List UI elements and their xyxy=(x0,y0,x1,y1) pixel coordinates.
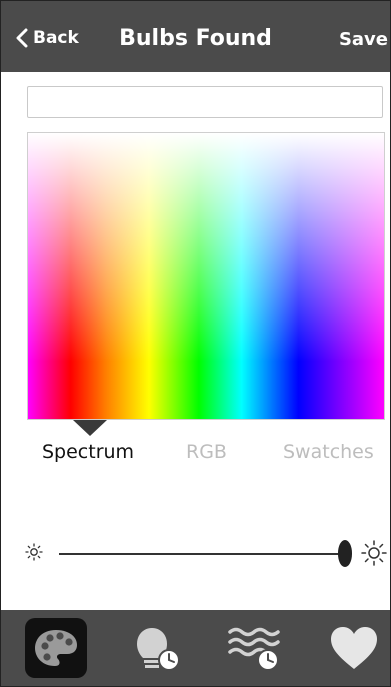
save-button[interactable]: Save xyxy=(339,29,388,50)
tab-rgb[interactable]: RGB xyxy=(186,441,227,463)
tabbar-item-favorites[interactable] xyxy=(323,618,385,678)
bulb-schedule-icon xyxy=(137,628,180,671)
app-frame: Back Bulbs Found Save Spectrum RGB Swatc… xyxy=(0,0,391,687)
tabbar-item-bulb-schedule[interactable] xyxy=(125,618,187,678)
waves-schedule-icon xyxy=(228,627,280,671)
brightness-high-icon xyxy=(361,540,387,566)
palette-icon xyxy=(35,630,77,666)
slider-thumb[interactable] xyxy=(338,540,352,567)
tab-spectrum[interactable]: Spectrum xyxy=(42,441,134,463)
name-input[interactable] xyxy=(27,86,383,118)
saturation-fade xyxy=(28,133,384,419)
tab-swatches[interactable]: Swatches xyxy=(283,441,374,463)
color-mode-tabs: Spectrum RGB Swatches xyxy=(27,441,385,465)
nav-bar: Back Bulbs Found Save xyxy=(1,1,390,72)
tabbar-item-palette[interactable] xyxy=(25,618,87,678)
bottom-tab-bar xyxy=(1,610,390,686)
slider-track[interactable] xyxy=(59,553,343,555)
color-spectrum-picker[interactable] xyxy=(27,132,385,420)
heart-icon xyxy=(331,627,377,669)
brightness-slider xyxy=(23,535,389,571)
brightness-low-icon xyxy=(25,543,43,561)
page-title: Bulbs Found xyxy=(119,26,272,51)
tabbar-item-effects-schedule[interactable] xyxy=(223,618,285,678)
active-tab-pointer xyxy=(73,420,107,436)
